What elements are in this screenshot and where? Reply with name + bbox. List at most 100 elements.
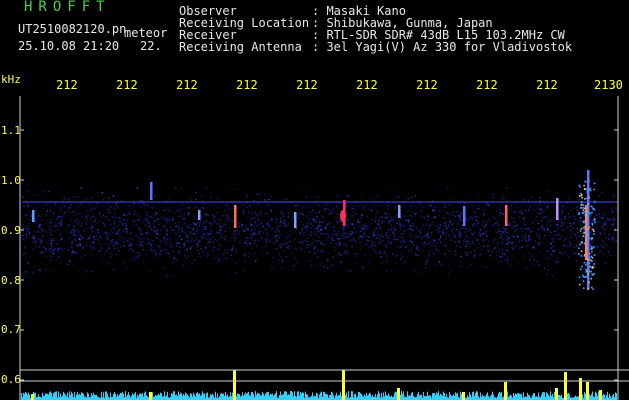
noise-pixel bbox=[52, 253, 54, 255]
noise-pixel bbox=[117, 235, 119, 237]
noise-pixel bbox=[282, 213, 285, 215]
noise-pixel bbox=[472, 234, 474, 236]
noise-pixel bbox=[244, 260, 246, 262]
noise-pixel bbox=[317, 255, 319, 258]
histogram-bar bbox=[186, 393, 187, 400]
histogram-bar bbox=[434, 393, 435, 400]
noise-pixel bbox=[180, 188, 182, 190]
noise-pixel bbox=[265, 223, 268, 225]
histogram-bar bbox=[338, 395, 339, 400]
noise-pixel bbox=[582, 214, 584, 216]
noise-pixel bbox=[546, 241, 549, 243]
noise-pixel bbox=[467, 240, 470, 243]
noise-pixel bbox=[569, 241, 571, 243]
noise-pixel bbox=[372, 232, 374, 234]
noise-pixel bbox=[496, 221, 498, 224]
histogram-bar bbox=[596, 392, 597, 400]
noise-pixel bbox=[444, 245, 447, 247]
noise-pixel bbox=[536, 260, 538, 263]
echo-glow-pixel bbox=[583, 211, 586, 213]
noise-pixel bbox=[75, 252, 78, 254]
histogram-bar bbox=[131, 395, 132, 400]
echo-glow-pixel bbox=[580, 201, 583, 203]
noise-pixel bbox=[41, 251, 43, 253]
noise-pixel bbox=[501, 236, 503, 238]
noise-pixel bbox=[608, 238, 610, 240]
echo-glow-pixel bbox=[583, 220, 586, 222]
noise-pixel bbox=[459, 246, 461, 249]
noise-pixel bbox=[444, 224, 446, 227]
noise-pixel bbox=[321, 255, 324, 257]
noise-pixel bbox=[114, 220, 116, 222]
noise-pixel bbox=[431, 231, 433, 233]
noise-pixel bbox=[482, 237, 484, 239]
noise-pixel bbox=[478, 205, 480, 207]
noise-pixel bbox=[323, 251, 325, 253]
histogram-bar bbox=[83, 393, 84, 400]
noise-pixel bbox=[153, 220, 155, 222]
noise-pixel bbox=[430, 204, 433, 206]
noise-pixel bbox=[179, 235, 181, 237]
noise-pixel bbox=[372, 248, 374, 250]
noise-pixel bbox=[472, 240, 474, 242]
noise-pixel bbox=[345, 210, 347, 212]
noise-pixel bbox=[564, 218, 566, 220]
histogram-bar bbox=[457, 392, 458, 400]
noise-pixel bbox=[28, 190, 30, 193]
noise-pixel bbox=[342, 229, 344, 232]
noise-pixel bbox=[78, 230, 81, 233]
echo-glow-pixel bbox=[583, 227, 585, 230]
noise-pixel bbox=[61, 236, 64, 238]
histogram-bar bbox=[518, 393, 519, 400]
noise-pixel bbox=[411, 247, 413, 249]
noise-pixel bbox=[328, 221, 330, 224]
noise-pixel bbox=[53, 222, 55, 224]
echo-glow-pixel bbox=[583, 261, 586, 264]
echo-glow-pixel bbox=[593, 208, 596, 211]
noise-pixel bbox=[98, 212, 101, 214]
noise-pixel bbox=[64, 197, 66, 199]
noise-pixel bbox=[71, 243, 73, 245]
noise-pixel bbox=[520, 246, 523, 248]
noise-pixel bbox=[224, 235, 227, 238]
noise-pixel bbox=[468, 230, 470, 233]
noise-pixel bbox=[433, 223, 435, 226]
noise-pixel bbox=[454, 250, 457, 252]
noise-pixel bbox=[480, 249, 483, 251]
histogram-bar bbox=[118, 395, 119, 400]
noise-pixel bbox=[138, 228, 140, 230]
histogram-bar bbox=[299, 395, 300, 400]
noise-pixel bbox=[385, 212, 388, 214]
noise-pixel bbox=[518, 240, 520, 242]
noise-pixel bbox=[316, 257, 318, 259]
noise-pixel bbox=[288, 234, 290, 236]
noise-pixel bbox=[96, 239, 99, 241]
noise-pixel bbox=[259, 213, 262, 215]
noise-pixel bbox=[370, 240, 373, 242]
noise-pixel bbox=[296, 262, 299, 264]
histogram-bar bbox=[352, 391, 353, 400]
noise-pixel bbox=[204, 225, 207, 228]
noise-pixel bbox=[407, 221, 410, 223]
noise-pixel bbox=[344, 250, 347, 252]
noise-pixel bbox=[186, 248, 188, 251]
noise-pixel bbox=[454, 236, 456, 238]
noise-pixel bbox=[167, 238, 169, 240]
noise-pixel bbox=[615, 197, 617, 199]
noise-pixel bbox=[327, 208, 330, 210]
noise-pixel bbox=[585, 203, 587, 205]
noise-pixel bbox=[559, 251, 561, 253]
noise-pixel bbox=[506, 243, 508, 245]
noise-pixel bbox=[521, 212, 523, 214]
noise-pixel bbox=[238, 233, 240, 235]
noise-pixel bbox=[337, 230, 339, 233]
noise-pixel bbox=[354, 256, 356, 258]
noise-pixel bbox=[212, 257, 215, 260]
noise-pixel bbox=[94, 224, 97, 226]
noise-pixel bbox=[547, 207, 549, 209]
noise-pixel bbox=[454, 215, 457, 217]
noise-pixel bbox=[34, 194, 36, 196]
noise-pixel bbox=[433, 209, 435, 211]
histogram-bar bbox=[372, 395, 373, 400]
noise-pixel bbox=[370, 209, 372, 211]
